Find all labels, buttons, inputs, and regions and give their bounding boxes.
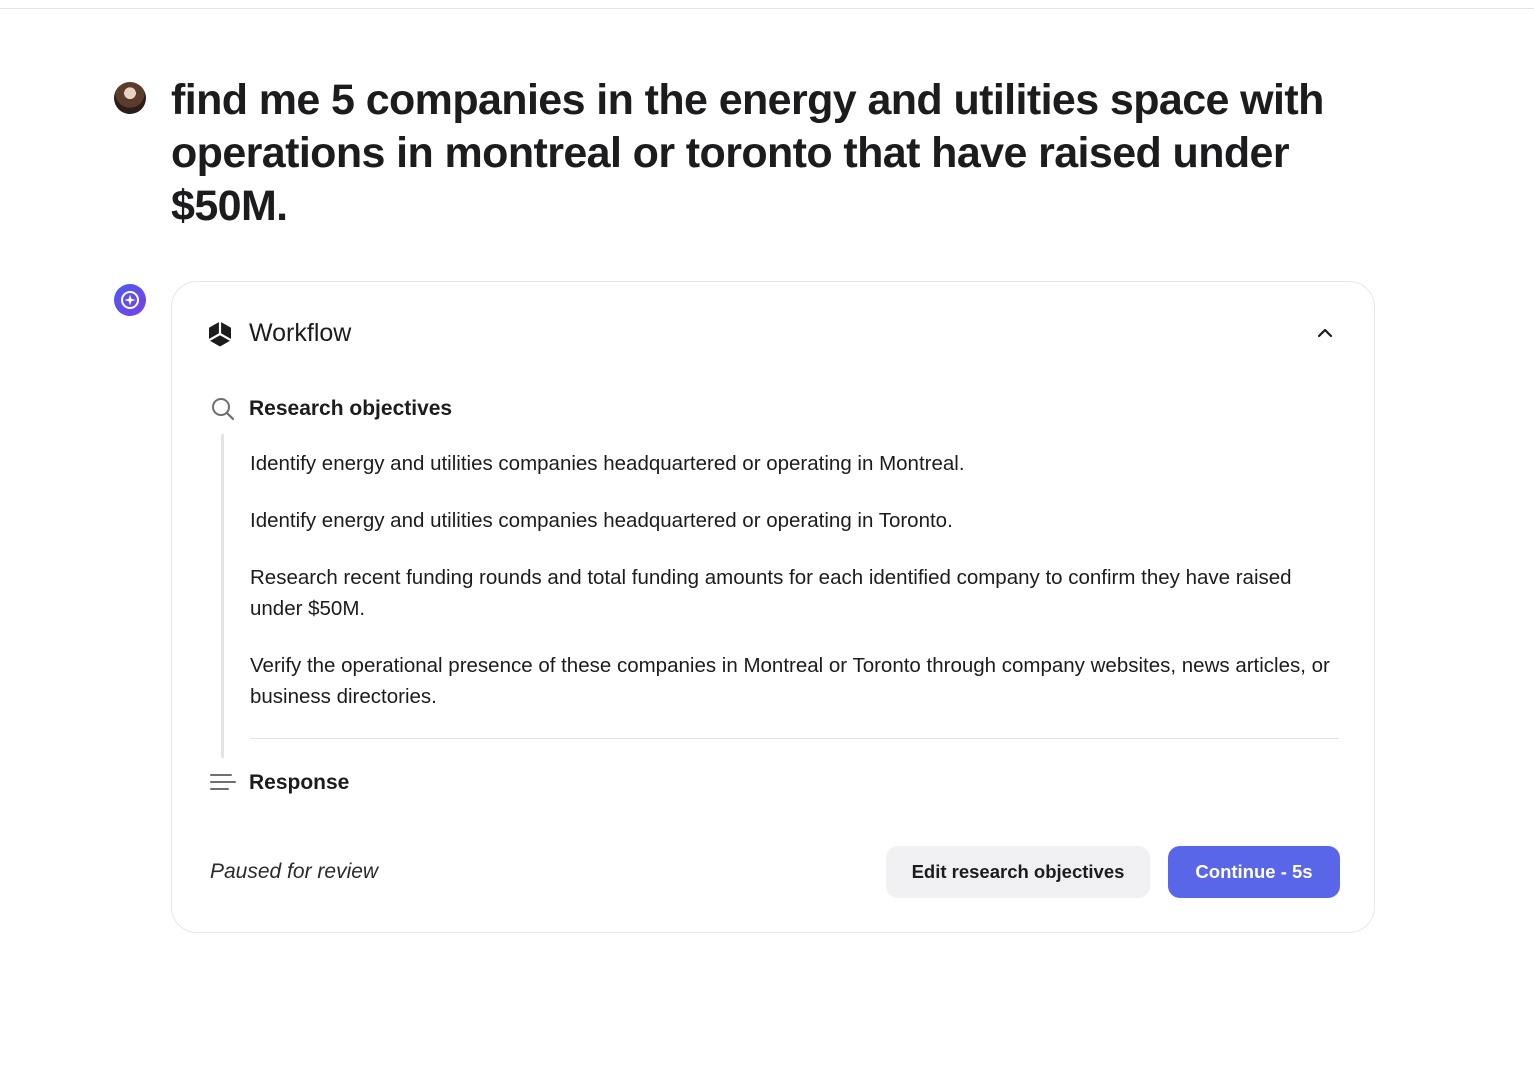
user-query: find me 5 companies in the energy and ut… <box>171 76 1324 230</box>
objective-item: Research recent funding rounds and total… <box>250 566 1292 620</box>
response-title: Response <box>249 771 350 794</box>
top-divider <box>0 8 1534 9</box>
collapse-button[interactable] <box>1310 318 1340 348</box>
continue-button[interactable]: Continue - 5s <box>1168 846 1340 898</box>
lines-icon <box>210 774 236 790</box>
objective-item: Identify energy and utilities companies … <box>250 509 953 532</box>
edit-research-objectives-button[interactable]: Edit research objectives <box>886 846 1150 898</box>
workflow-icon <box>208 321 232 347</box>
search-icon <box>212 398 235 421</box>
sparkle-icon <box>121 291 139 309</box>
objective-item: Identify energy and utilities companies … <box>250 452 965 475</box>
section-divider <box>250 738 1339 739</box>
workflow-title: Workflow <box>249 319 352 347</box>
research-objectives-title: Research objectives <box>249 397 453 420</box>
chevron-up-icon <box>1317 328 1333 338</box>
timeline-line <box>221 434 224 758</box>
assistant-avatar <box>114 284 146 316</box>
workflow-card: Workflow Research objectives Identify en… <box>171 281 1375 933</box>
objective-item: Verify the operational presence of these… <box>250 654 1330 708</box>
user-avatar <box>114 82 146 114</box>
status-text: Paused for review <box>210 860 379 883</box>
research-objectives-list: Identify energy and utilities companies … <box>250 448 1330 738</box>
